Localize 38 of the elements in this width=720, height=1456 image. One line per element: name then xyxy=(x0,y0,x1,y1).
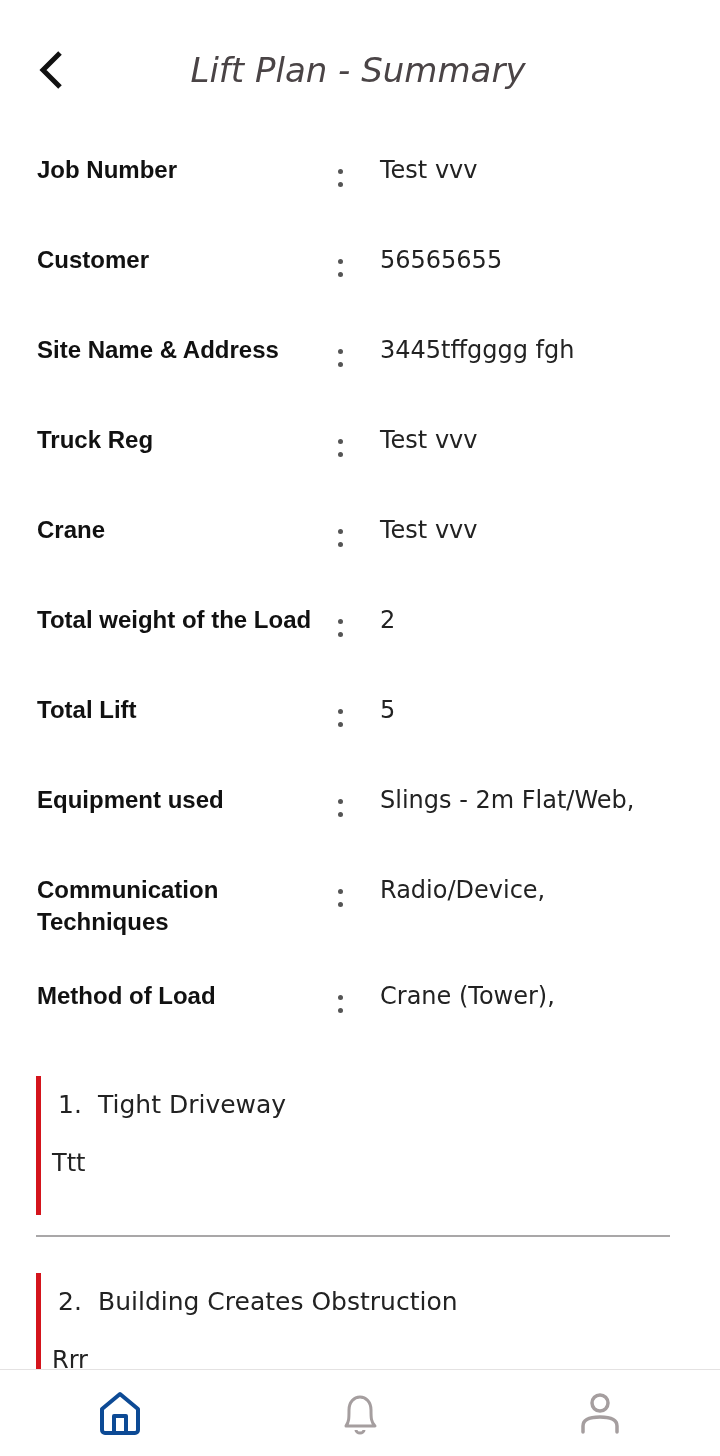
colon-icon xyxy=(338,889,343,907)
field-label: Total Lift xyxy=(37,695,138,725)
field-value: Crane (Tower), xyxy=(380,981,555,1012)
hazard-note: Ttt xyxy=(52,1149,87,1177)
colon-icon xyxy=(338,259,343,277)
colon-icon xyxy=(338,169,343,187)
field-value: Test vvv xyxy=(380,155,478,186)
colon-icon xyxy=(338,799,343,817)
field-label: Crane xyxy=(37,515,107,545)
item-number: 1. xyxy=(57,1090,83,1119)
hazard-title: Building Creates Obstruction xyxy=(98,1287,458,1316)
field-label: Job Number xyxy=(37,155,178,185)
field-value: Radio/Device, xyxy=(380,875,546,906)
colon-icon xyxy=(338,619,343,637)
field-value: 2 xyxy=(380,605,396,636)
field-label: Truck Reg xyxy=(37,425,155,455)
field-value: Test vvv xyxy=(380,425,478,456)
hazard-note: Rrr xyxy=(52,1346,89,1369)
field-value: 56565655 xyxy=(380,245,503,276)
hazard-title: Tight Driveway xyxy=(98,1090,287,1119)
field-label: Site Name & Address xyxy=(37,335,280,365)
field-label: Method of Load xyxy=(37,981,217,1011)
colon-icon xyxy=(338,709,343,727)
field-value: Test vvv xyxy=(380,515,478,546)
colon-icon xyxy=(338,349,343,367)
field-label: Equipment used xyxy=(37,785,225,815)
item-number: 2. xyxy=(57,1287,83,1316)
field-label: Communication Techniques xyxy=(37,875,220,937)
field-value: 3445tffgggg fgh xyxy=(380,335,575,366)
colon-icon xyxy=(338,439,343,457)
field-value: 5 xyxy=(380,695,396,726)
field-value: Slings - 2m Flat/Web, xyxy=(380,785,635,816)
field-label: Total weight of the Load xyxy=(37,605,313,635)
colon-icon xyxy=(338,529,343,547)
home-icon[interactable] xyxy=(97,1390,143,1436)
field-label: Customer xyxy=(37,245,151,275)
colon-icon xyxy=(338,995,343,1013)
screen-title: Lift Plan - Summary xyxy=(189,50,527,90)
